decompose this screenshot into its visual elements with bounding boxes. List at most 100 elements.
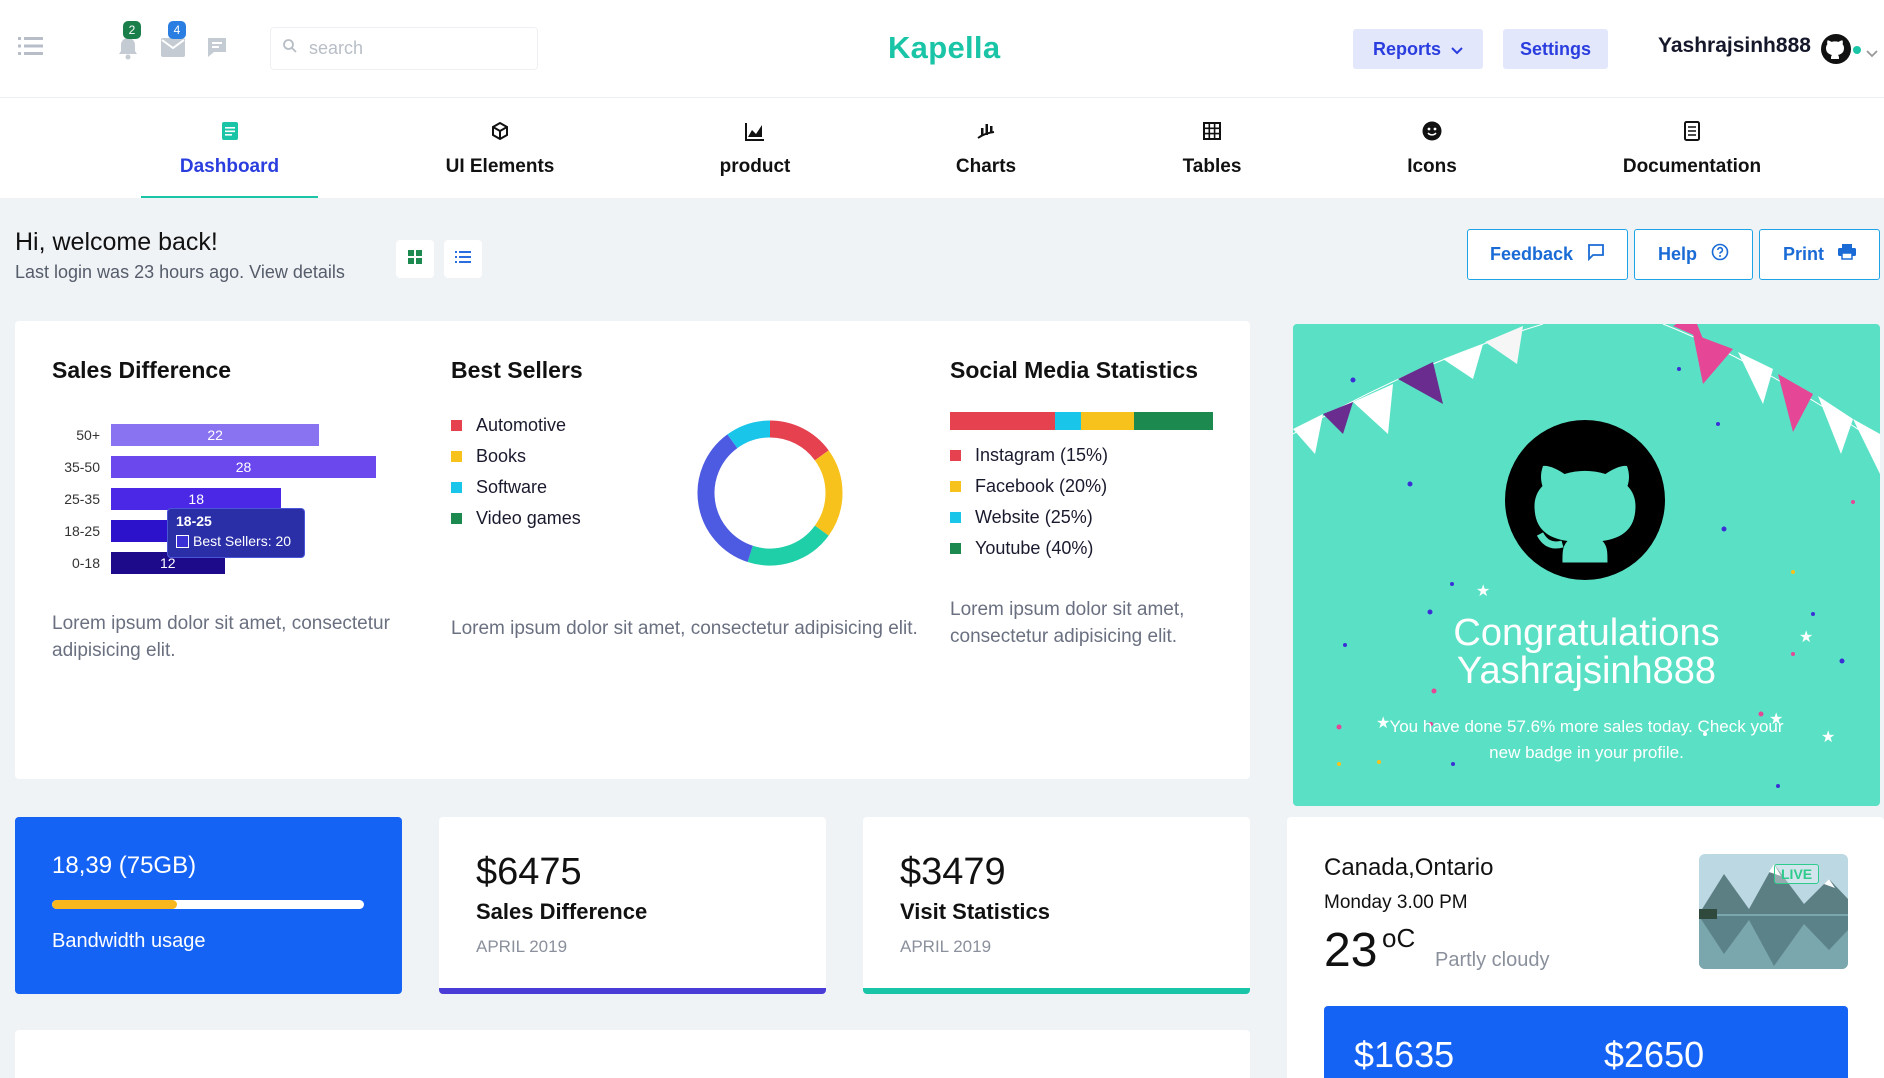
live-badge: LIVE [1774,864,1820,884]
settings-button[interactable]: Settings [1503,29,1608,69]
legend-label: Video games [476,508,581,528]
printer-icon [1838,244,1856,265]
nav-dashboard[interactable]: Dashboard [141,98,318,198]
mail-icon[interactable] [161,38,185,62]
stacked-bar-segment[interactable] [1055,412,1082,430]
nav-label: Documentation [1622,156,1762,177]
tooltip-value: Best Sellers: 20 [193,533,292,549]
tooltip-title: 18-25 [176,513,212,529]
help-label: Help [1657,244,1697,264]
chevron-down-icon[interactable] [1866,45,1878,63]
nav-label: product [719,156,791,177]
nav-label: Charts [955,156,1017,177]
weather-summary-panel: $1635 $2650 [1324,1006,1848,1078]
search-box[interactable] [270,27,538,70]
legend-swatch [451,513,462,524]
list-view-button[interactable] [444,240,482,278]
search-input[interactable] [309,38,509,59]
nav-ui-elements[interactable]: UI Elements [430,98,570,198]
visits-label: Visit Statistics [900,899,1050,924]
nav-documentation[interactable]: Documentation [1612,98,1772,198]
summary-amount-2: $2650 [1604,1034,1705,1075]
messages-badge: 4 [168,21,186,39]
social-media-title: Social Media Statistics [950,357,1198,383]
donut-slice[interactable] [769,420,829,461]
nav-tables[interactable]: Tables [1166,98,1258,198]
bar-category-label: 50+ [76,427,100,443]
nav-charts[interactable]: Charts [936,98,1036,198]
congratulations-message: You have done 57.6% more sales today. Ch… [1389,717,1784,762]
visits-stat-card: $3479 Visit Statistics APRIL 2019 [863,817,1250,994]
sales-date: APRIL 2019 [476,937,568,956]
legend-item: Youtube (40%) [950,538,1093,559]
legend-swatch [451,451,462,462]
sales-stat-card: $6475 Sales Difference APRIL 2019 [439,817,826,994]
legend-label: Youtube (40%) [975,538,1094,558]
weather-temperature: 23 [1324,924,1378,977]
legend-swatch [950,450,961,461]
legend-swatch [451,420,462,431]
bell-icon[interactable] [117,36,139,65]
grid-view-button[interactable] [396,240,434,278]
grid-view-icon [407,249,423,270]
message-square-icon [1587,243,1605,266]
social-media-description: Lorem ipsum dolor sit amet, consectetur … [950,599,1185,647]
sales-label: Sales Difference [476,899,648,924]
legend-item: Video games [451,508,581,529]
svg-text:★: ★ [1476,581,1490,600]
congratulations-title: Congratulations Yashrajsinh888 [1293,614,1880,690]
reports-dropdown-button[interactable]: Reports [1353,29,1483,69]
help-button[interactable]: Help [1634,229,1753,280]
legend-label: Website (25%) [975,507,1093,527]
weather-description: Partly cloudy [1435,949,1550,971]
nav-product[interactable]: product [700,98,810,198]
bar[interactable]: 18 [111,488,282,510]
username[interactable]: Yashrajsinh888 [1658,34,1811,58]
online-status-dot [1853,46,1861,54]
weather-live-image[interactable]: LIVE [1699,854,1848,969]
chart-tooltip: 18-25 Best Sellers: 20 [167,508,305,558]
legend-item: Instagram (15%) [950,445,1108,466]
best-sellers-description: Lorem ipsum dolor sit amet, consectetur … [451,618,918,639]
file-text-icon [1681,120,1703,142]
visits-amount: $3479 [900,851,1006,893]
donut-slice[interactable] [697,434,754,562]
sales-accent-bar [439,988,826,994]
feedback-button[interactable]: Feedback [1467,229,1628,280]
menu-icon[interactable] [18,36,43,61]
search-icon [283,39,297,58]
bar[interactable]: 28 [111,456,377,478]
sales-difference-description: Lorem ipsum dolor sit amet, consectetur … [52,613,390,661]
stacked-bar-segment[interactable] [950,412,1056,430]
list-view-icon [455,250,471,269]
donut-slice[interactable] [727,420,771,449]
statistics-card: Sales Difference 50+ 22 35-50 28 25-35 18 18-2… [15,321,1250,779]
svg-text:★: ★ [1821,727,1835,746]
sales-difference-title: Sales Difference [52,357,231,383]
settings-label: Settings [1519,38,1591,59]
nav-label: Icons [1407,156,1457,177]
print-button[interactable]: Print [1759,229,1880,280]
smiley-icon [1421,120,1443,142]
legend-item: Website (25%) [950,507,1093,528]
github-avatar-icon[interactable] [1820,33,1852,70]
cube-icon [489,120,511,142]
legend-item: Automotive [451,415,566,436]
weather-location: Canada,Ontario [1324,854,1494,881]
welcome-subtitle: Last login was 23 hours ago. View detail… [15,262,345,282]
legend-swatch [950,512,961,523]
legend-swatch [950,543,961,554]
chat-icon[interactable] [206,36,228,63]
stacked-bar-segment[interactable] [1081,412,1135,430]
donut-slice[interactable] [814,450,843,536]
bandwidth-card: 18,39 (75GB) Bandwidth usage [15,817,402,994]
brand-logo[interactable]: Kapella [888,30,1000,66]
visits-date: APRIL 2019 [900,937,992,956]
stacked-bar-segment[interactable] [1134,412,1213,430]
donut-slice[interactable] [747,525,829,566]
top-bar: 2 4 Kapella Reports Settings Yashrajsinh… [0,0,1884,98]
bar-category-label: 18-25 [64,523,100,539]
bar[interactable]: 22 [111,424,320,446]
nav-icons[interactable]: Icons [1386,98,1478,198]
notifications-badge: 2 [123,21,141,39]
